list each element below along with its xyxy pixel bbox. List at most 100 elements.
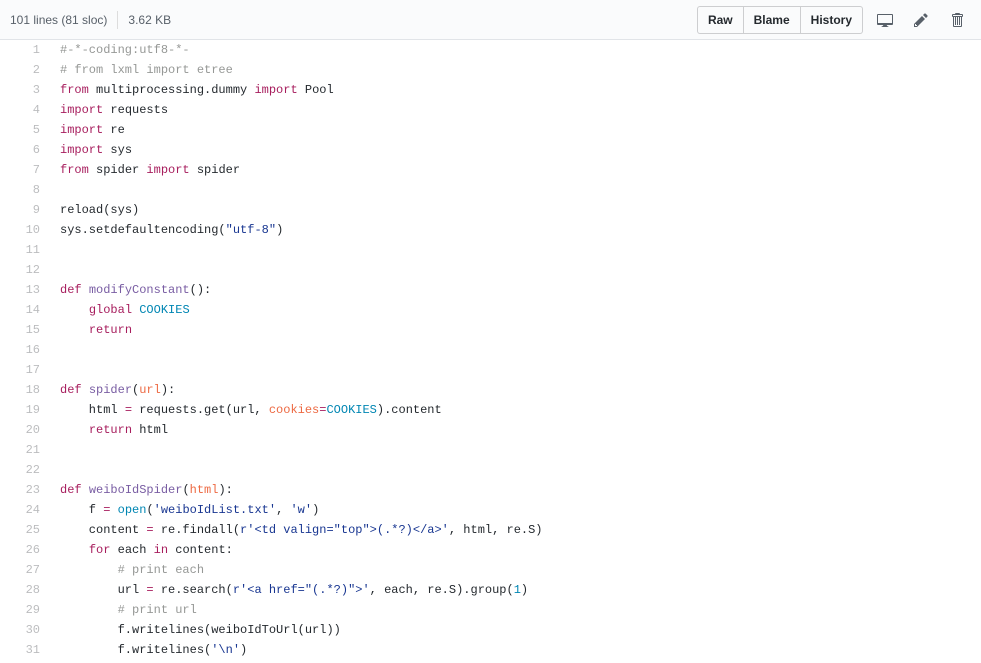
line-number[interactable]: 15 bbox=[0, 320, 50, 340]
line-number[interactable]: 21 bbox=[0, 440, 50, 460]
code-line: 17 bbox=[0, 360, 981, 380]
code-content: f.writelines('\n') bbox=[50, 640, 981, 660]
code-content: return html bbox=[50, 420, 981, 440]
code-line: 22 bbox=[0, 460, 981, 480]
code-line: 29 # print url bbox=[0, 600, 981, 620]
code-line: 10sys.setdefaultencoding("utf-8") bbox=[0, 220, 981, 240]
code-content: html = requests.get(url, cookies=COOKIES… bbox=[50, 400, 981, 420]
code-content: content = re.findall(r'<td valign="top">… bbox=[50, 520, 981, 540]
line-number[interactable]: 5 bbox=[0, 120, 50, 140]
code-line: 27 # print each bbox=[0, 560, 981, 580]
code-content: f = open('weiboIdList.txt', 'w') bbox=[50, 500, 981, 520]
file-header: 101 lines (81 sloc) 3.62 KB Raw Blame Hi… bbox=[0, 0, 981, 40]
code-content: def modifyConstant(): bbox=[50, 280, 981, 300]
code-line: 12 bbox=[0, 260, 981, 280]
code-content: for each in content: bbox=[50, 540, 981, 560]
view-mode-group: Raw Blame History bbox=[697, 6, 863, 34]
line-number[interactable]: 2 bbox=[0, 60, 50, 80]
line-number[interactable]: 25 bbox=[0, 520, 50, 540]
code-line: 20 return html bbox=[0, 420, 981, 440]
code-content: def spider(url): bbox=[50, 380, 981, 400]
code-line: 7from spider import spider bbox=[0, 160, 981, 180]
code-content: def weiboIdSpider(html): bbox=[50, 480, 981, 500]
code-line: 31 f.writelines('\n') bbox=[0, 640, 981, 660]
code-line: 24 f = open('weiboIdList.txt', 'w') bbox=[0, 500, 981, 520]
line-number[interactable]: 16 bbox=[0, 340, 50, 360]
code-content bbox=[50, 260, 981, 280]
desktop-icon[interactable] bbox=[871, 6, 899, 34]
line-number[interactable]: 30 bbox=[0, 620, 50, 640]
code-line: 28 url = re.search(r'<a href="(.*?)">', … bbox=[0, 580, 981, 600]
code-content: reload(sys) bbox=[50, 200, 981, 220]
line-number[interactable]: 17 bbox=[0, 360, 50, 380]
code-listing: 1#-*-coding:utf8-*-2# from lxml import e… bbox=[0, 40, 981, 660]
code-line: 1#-*-coding:utf8-*- bbox=[0, 40, 981, 60]
line-number[interactable]: 12 bbox=[0, 260, 50, 280]
line-number[interactable]: 24 bbox=[0, 500, 50, 520]
code-content: # print each bbox=[50, 560, 981, 580]
line-number[interactable]: 6 bbox=[0, 140, 50, 160]
code-line: 11 bbox=[0, 240, 981, 260]
line-number[interactable]: 10 bbox=[0, 220, 50, 240]
code-content bbox=[50, 240, 981, 260]
line-number[interactable]: 19 bbox=[0, 400, 50, 420]
code-line: 15 return bbox=[0, 320, 981, 340]
code-content: global COOKIES bbox=[50, 300, 981, 320]
line-number[interactable]: 29 bbox=[0, 600, 50, 620]
code-line: 23def weiboIdSpider(html): bbox=[0, 480, 981, 500]
code-line: 14 global COOKIES bbox=[0, 300, 981, 320]
code-content bbox=[50, 340, 981, 360]
code-line: 26 for each in content: bbox=[0, 540, 981, 560]
code-content: import requests bbox=[50, 100, 981, 120]
code-line: 4import requests bbox=[0, 100, 981, 120]
file-size: 3.62 KB bbox=[128, 13, 171, 27]
code-content: import sys bbox=[50, 140, 981, 160]
code-line: 5import re bbox=[0, 120, 981, 140]
code-line: 19 html = requests.get(url, cookies=COOK… bbox=[0, 400, 981, 420]
pencil-icon[interactable] bbox=[907, 6, 935, 34]
code-line: 2# from lxml import etree bbox=[0, 60, 981, 80]
code-content: return bbox=[50, 320, 981, 340]
line-number[interactable]: 26 bbox=[0, 540, 50, 560]
raw-button[interactable]: Raw bbox=[697, 6, 744, 34]
line-number[interactable]: 1 bbox=[0, 40, 50, 60]
line-number[interactable]: 9 bbox=[0, 200, 50, 220]
line-number[interactable]: 22 bbox=[0, 460, 50, 480]
line-number[interactable]: 27 bbox=[0, 560, 50, 580]
code-content: #-*-coding:utf8-*- bbox=[50, 40, 981, 60]
code-line: 25 content = re.findall(r'<td valign="to… bbox=[0, 520, 981, 540]
code-line: 13def modifyConstant(): bbox=[0, 280, 981, 300]
line-number[interactable]: 31 bbox=[0, 640, 50, 660]
code-content: import re bbox=[50, 120, 981, 140]
file-actions: Raw Blame History bbox=[697, 6, 971, 34]
code-content bbox=[50, 360, 981, 380]
line-number[interactable]: 14 bbox=[0, 300, 50, 320]
line-number[interactable]: 7 bbox=[0, 160, 50, 180]
code-line: 30 f.writelines(weiboIdToUrl(url)) bbox=[0, 620, 981, 640]
code-content: f.writelines(weiboIdToUrl(url)) bbox=[50, 620, 981, 640]
trash-icon[interactable] bbox=[943, 6, 971, 34]
line-number[interactable]: 18 bbox=[0, 380, 50, 400]
code-content bbox=[50, 180, 981, 200]
file-info: 101 lines (81 sloc) 3.62 KB bbox=[10, 11, 171, 29]
code-line: 6import sys bbox=[0, 140, 981, 160]
blame-button[interactable]: Blame bbox=[744, 6, 801, 34]
line-number[interactable]: 4 bbox=[0, 100, 50, 120]
line-number[interactable]: 20 bbox=[0, 420, 50, 440]
code-line: 21 bbox=[0, 440, 981, 460]
history-button[interactable]: History bbox=[801, 6, 863, 34]
line-number[interactable]: 11 bbox=[0, 240, 50, 260]
line-number[interactable]: 23 bbox=[0, 480, 50, 500]
code-line: 18def spider(url): bbox=[0, 380, 981, 400]
code-content bbox=[50, 460, 981, 480]
line-number[interactable]: 8 bbox=[0, 180, 50, 200]
line-number[interactable]: 3 bbox=[0, 80, 50, 100]
lines-count: 101 lines (81 sloc) bbox=[10, 13, 107, 27]
code-content: from spider import spider bbox=[50, 160, 981, 180]
code-content: url = re.search(r'<a href="(.*?)">', eac… bbox=[50, 580, 981, 600]
line-number[interactable]: 28 bbox=[0, 580, 50, 600]
code-content: from multiprocessing.dummy import Pool bbox=[50, 80, 981, 100]
code-content: # from lxml import etree bbox=[50, 60, 981, 80]
code-content: sys.setdefaultencoding("utf-8") bbox=[50, 220, 981, 240]
line-number[interactable]: 13 bbox=[0, 280, 50, 300]
